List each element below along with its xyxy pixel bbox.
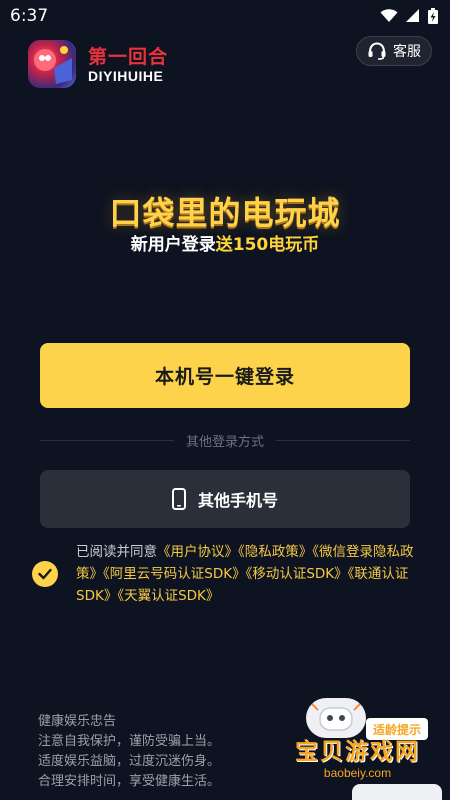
agreement-prefix: 已阅读并同意 — [76, 544, 157, 560]
watermark-base — [352, 784, 442, 800]
divider-label: 其他登录方式 — [186, 434, 265, 450]
headset-icon — [368, 42, 386, 60]
divider-line-left — [40, 439, 174, 441]
link-user-agreement[interactable]: 《用户协议》 — [157, 544, 238, 560]
agreement-checkbox[interactable] — [32, 561, 58, 587]
wifi-icon — [380, 9, 398, 22]
watermark-title: 宝贝游戏网 — [295, 739, 420, 765]
promo-highlight: 送150电玩币 — [215, 235, 320, 255]
promo-text: 新用户登录送150电玩币 — [0, 230, 450, 255]
customer-service-label: 客服 — [393, 44, 421, 60]
watermark: 适龄提示 宝贝游戏网 baobeiy.com — [270, 688, 445, 800]
login-divider: 其他登录方式 — [40, 430, 411, 450]
status-bar: 6:37 — [0, 0, 450, 32]
customer-service-button[interactable]: 客服 — [356, 36, 432, 66]
promo-prefix: 新用户登录 — [130, 235, 216, 255]
divider-line-right — [276, 439, 411, 441]
other-phone-login-button[interactable]: 其他手机号 — [40, 470, 410, 528]
status-icons — [380, 8, 438, 24]
link-aliyun-sdk[interactable]: 《阿里云号码认证SDK》 — [103, 566, 246, 582]
other-phone-login-label: 其他手机号 — [197, 491, 278, 510]
header: 第一回合 DIYIHUIHE 客服 — [28, 36, 432, 90]
battery-icon — [428, 8, 438, 24]
link-privacy-policy[interactable]: 《隐私政策》 — [238, 544, 312, 560]
phone-icon — [171, 488, 186, 510]
check-icon — [38, 568, 52, 580]
signal-icon — [406, 9, 419, 22]
link-tianyi-sdk[interactable]: 《天翼认证SDK》 — [117, 588, 219, 604]
watermark-url: baobeiy.com — [323, 766, 392, 780]
health-notice-line: 合理安排时间，享受健康生活。 — [38, 774, 221, 789]
app-name-en: DIYIHUIHE — [88, 68, 164, 84]
app-name: 第一回合 — [88, 46, 169, 68]
status-time: 6:37 — [10, 6, 49, 26]
one-click-login-label: 本机号一键登录 — [154, 366, 295, 388]
health-notice-line: 适度娱乐益脑，过度沉迷伤身。 — [38, 754, 221, 769]
link-mobile-sdk[interactable]: 《移动认证SDK》 — [246, 566, 348, 582]
slogan: 口袋里的电玩城 — [109, 194, 341, 232]
health-notice-title: 健康娱乐忠告 — [38, 714, 117, 729]
health-notice: 健康娱乐忠告 注意自我保护，谨防受骗上当。 适度娱乐益脑，过度沉迷伤身。 合理安… — [38, 712, 288, 792]
app-logo — [28, 40, 76, 88]
health-notice-line: 注意自我保护，谨防受骗上当。 — [38, 734, 221, 749]
agreement-text: 已阅读并同意《用户协议》《隐私政策》《微信登录隐私政策》《阿里云号码认证SDK》… — [76, 541, 426, 607]
one-click-login-button[interactable]: 本机号一键登录 — [40, 343, 410, 408]
